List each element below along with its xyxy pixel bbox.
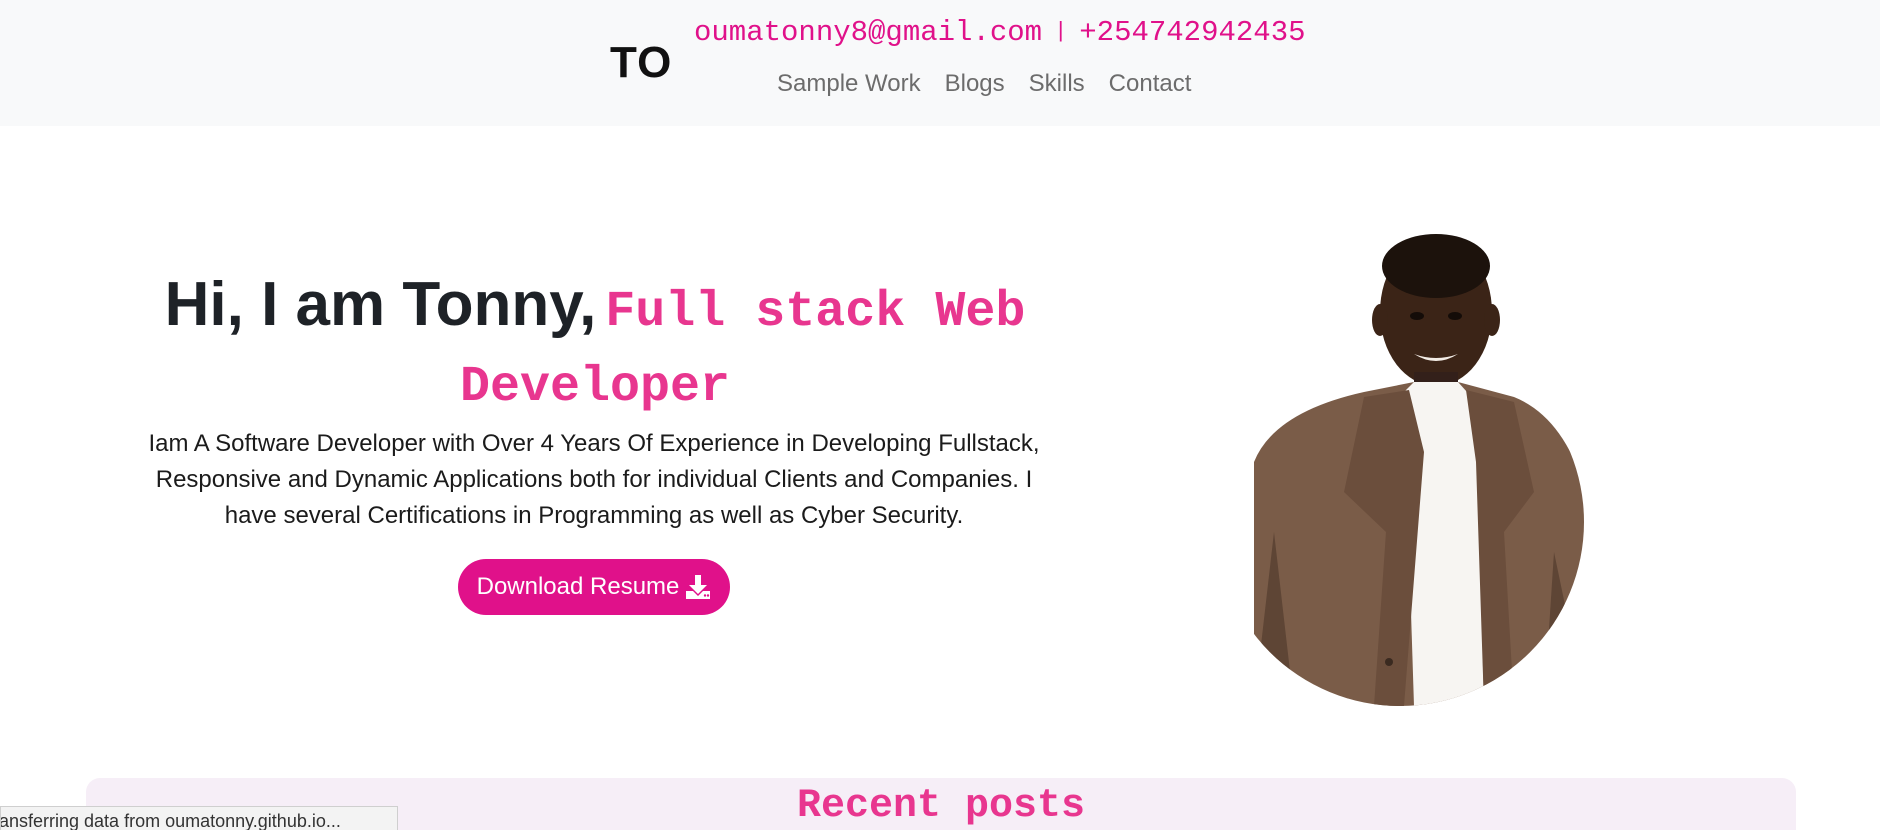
phone-link[interactable]: +254742942435 bbox=[1079, 16, 1305, 49]
main-nav: Sample Work Blogs Skills Contact bbox=[777, 70, 1215, 98]
profile-photo bbox=[1214, 232, 1586, 706]
hero-heading: Hi, I am Tonny, Full stack Web Developer bbox=[120, 268, 1070, 426]
download-icon bbox=[685, 574, 711, 600]
hero-description: Iam A Software Developer with Over 4 Yea… bbox=[148, 430, 1040, 529]
download-resume-button[interactable]: Download Resume bbox=[458, 559, 730, 615]
top-navbar: TO oumatonny8@gmail.com | +254742942435 Sa… bbox=[0, 0, 1880, 126]
brand-logo[interactable]: TO bbox=[610, 38, 672, 88]
download-resume-label: Download Resume bbox=[476, 573, 680, 600]
contact-info: oumatonny8@gmail.com | +254742942435 bbox=[694, 16, 1306, 49]
browser-status-bar: ransferring data from oumatonny.github.i… bbox=[0, 806, 398, 830]
email-link[interactable]: oumatonny8@gmail.com bbox=[694, 16, 1042, 49]
nav-link-blogs[interactable]: Blogs bbox=[945, 70, 1005, 98]
nav-link-sample-work[interactable]: Sample Work bbox=[777, 70, 921, 98]
nav-link-skills[interactable]: Skills bbox=[1029, 70, 1085, 98]
contact-separator: | bbox=[1054, 19, 1068, 44]
nav-link-contact[interactable]: Contact bbox=[1109, 70, 1192, 98]
status-text: ransferring data from oumatonny.github.i… bbox=[0, 811, 341, 830]
hero-greeting: Hi, I am Tonny, bbox=[164, 270, 597, 339]
